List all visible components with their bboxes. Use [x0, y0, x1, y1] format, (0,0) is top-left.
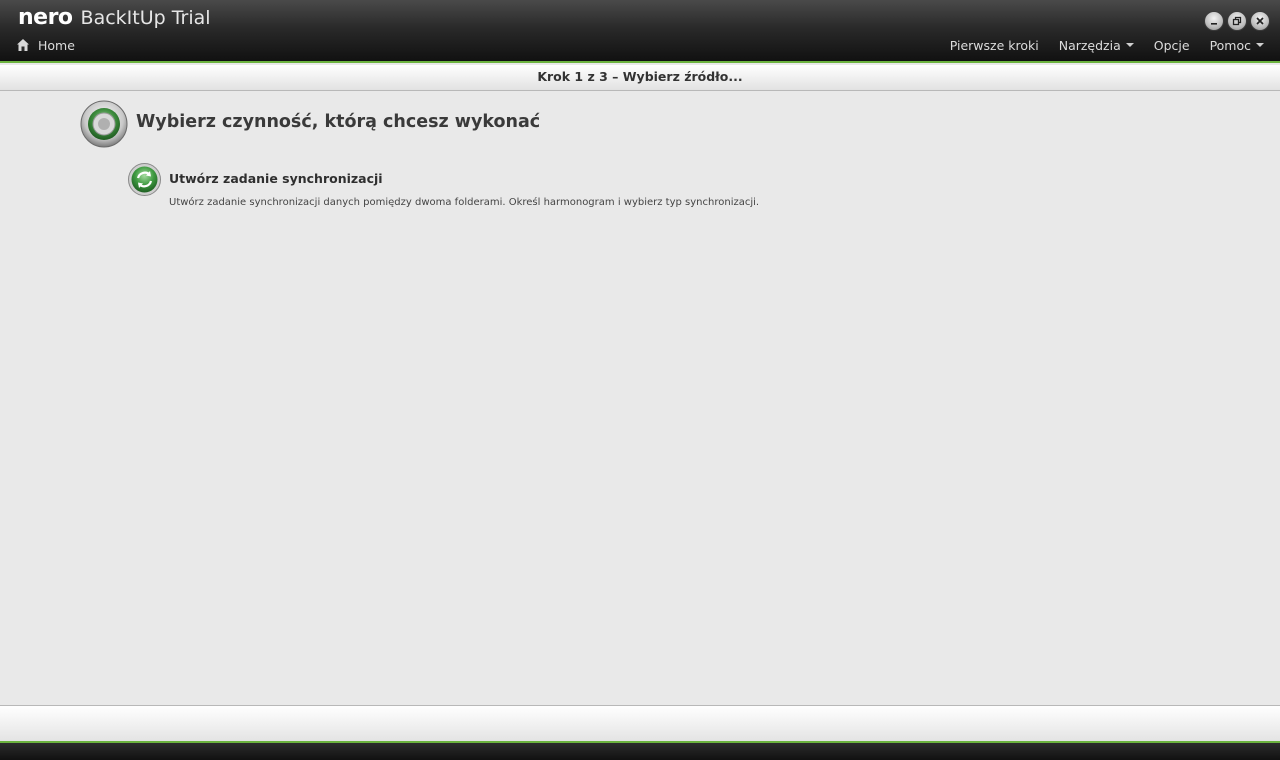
close-button[interactable]: [1250, 11, 1270, 31]
footer-bar: [0, 741, 1280, 760]
step-indicator: Krok 1 z 3 – Wybierz źródło...: [0, 65, 1280, 91]
gear-disc-icon: [80, 100, 128, 148]
footer-panel: [0, 705, 1280, 741]
nav-narzedzia[interactable]: Narzędzia: [1059, 38, 1134, 53]
chevron-down-icon: [1256, 43, 1264, 47]
create-sync-task-option[interactable]: Utwórz zadanie synchronizacji Utwórz zad…: [128, 162, 828, 214]
page-title: Wybierz czynność, którą chcesz wykonać: [136, 112, 541, 132]
title-bar: nero BackItUp Trial Home Pierwsze kroki …: [0, 0, 1280, 63]
app-title: BackItUp Trial: [80, 7, 211, 29]
minimize-icon: [1211, 23, 1217, 25]
task-description: Utwórz zadanie synchronizacji danych pom…: [169, 197, 760, 208]
restore-icon: [1232, 16, 1242, 26]
chevron-down-icon: [1125, 43, 1134, 47]
nero-logo: nero: [18, 5, 73, 30]
close-icon: [1256, 17, 1264, 25]
app-brand: nero BackItUp Trial: [18, 5, 211, 33]
task-title: Utwórz zadanie synchronizacji: [169, 171, 383, 186]
main-content: Wybierz czynność, którą chcesz wykonać U…: [0, 92, 1280, 705]
restore-button[interactable]: [1227, 11, 1247, 31]
nav-pomoc[interactable]: Pomoc: [1210, 38, 1264, 53]
minimize-button[interactable]: [1204, 11, 1224, 31]
home-label: Home: [38, 37, 75, 53]
top-nav: Pierwsze kroki Narzędzia Opcje Pomoc: [950, 36, 1264, 54]
nav-label: Opcje: [1153, 37, 1190, 53]
sync-icon: [128, 163, 161, 196]
nav-label: Pierwsze kroki: [949, 37, 1039, 53]
nav-pierwsze-kroki[interactable]: Pierwsze kroki: [950, 38, 1039, 53]
nav-opcje[interactable]: Opcje: [1154, 38, 1190, 53]
nav-label: Narzędzia: [1058, 37, 1121, 53]
window-controls: [1204, 11, 1270, 31]
home-icon: [17, 39, 29, 51]
home-button[interactable]: Home: [16, 36, 75, 54]
nav-label: Pomoc: [1209, 37, 1251, 53]
